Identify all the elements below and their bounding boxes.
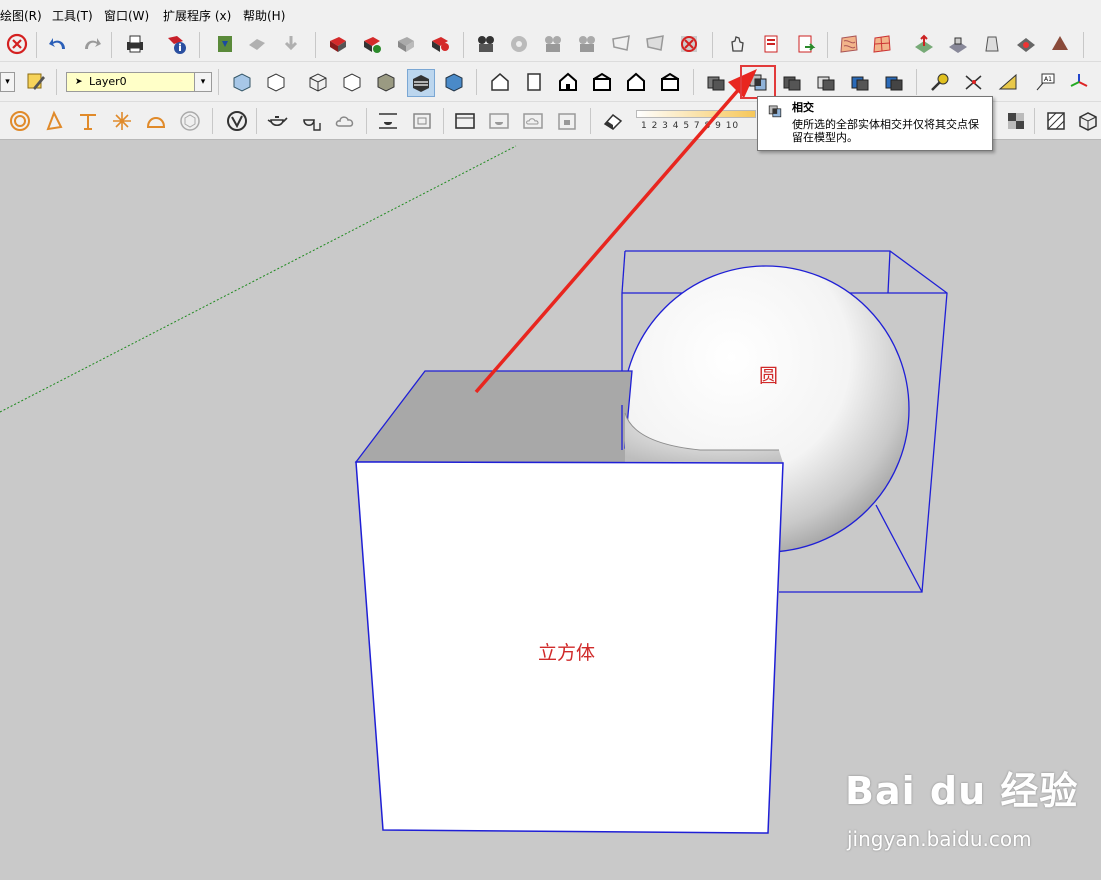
tooltip-title: 相交 bbox=[792, 101, 814, 114]
watermark-url: jingyan.baidu.com bbox=[847, 827, 1032, 851]
tooltip: 相交 使所选的全部实体相交并仅将其交点保留在模型内。 bbox=[757, 96, 993, 151]
cube-label: 立方体 bbox=[538, 642, 596, 664]
intersect-highlight bbox=[740, 65, 776, 99]
solid-intersect-icon bbox=[768, 105, 782, 118]
tooltip-description: 使所选的全部实体相交并仅将其交点保留在模型内。 bbox=[792, 118, 979, 144]
watermark-logo: Bai du 经验 bbox=[845, 769, 1079, 813]
sphere-label: 圆 bbox=[759, 365, 779, 387]
